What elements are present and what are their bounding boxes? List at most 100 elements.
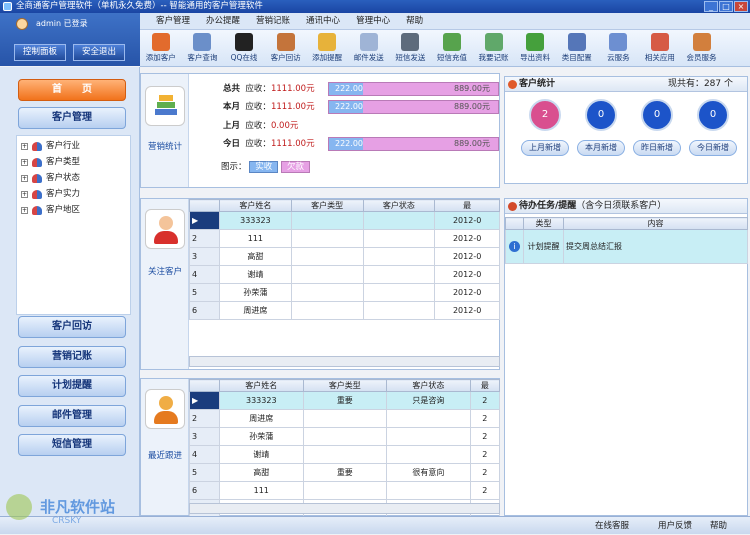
toolbar-btn-9[interactable]: 导出资料 [514,30,556,66]
toolbar-icon [567,33,586,51]
people-icon [32,173,42,183]
menu-marketing[interactable]: 营销记账 [248,13,298,29]
payment-bar: 222.00元889.00元 [328,137,499,160]
recent-label: 最近跟进 [147,451,182,461]
stat-caption-button[interactable]: 昨日新增 [633,140,681,156]
people-icon [32,189,42,199]
stat-row: 本月 应收：1111.00元 [223,102,315,112]
table-row[interactable]: 2 111 2012-0 [189,229,500,248]
nav-marketing[interactable]: 营销记账 [18,346,126,368]
close-button[interactable]: × [734,1,748,12]
recent-scrollbar[interactable] [189,503,500,514]
table-row[interactable]: 2 周进席 2 [189,409,501,428]
logout-button[interactable]: 安全退出 [73,44,125,61]
table-row[interactable]: 3 高甜 2012-0 [189,247,500,266]
toolbar-btn-8[interactable]: 我要记账 [473,30,515,66]
maximize-button[interactable]: □ [719,1,733,12]
marketing-stats-label: 营销统计 [147,142,182,152]
expand-icon[interactable]: + [21,174,28,182]
table-row[interactable]: 6 111 2 [189,481,501,500]
info-icon: i [509,241,520,252]
toolbar-icon [442,33,461,51]
follow-scrollbar[interactable] [189,356,500,367]
control-panel-button[interactable]: 控制面板 [14,44,66,61]
toolbar-icon [650,33,669,51]
toolbar-btn-6[interactable]: 短信发送 [390,30,432,66]
nav-revisit[interactable]: 客户回访 [18,316,126,338]
toolbar-btn-11[interactable]: 云服务 [598,30,640,66]
tree-item[interactable]: + 客户实力 [17,186,130,202]
tasks-table: 类型 内容 i 计划提醒 提交周总结汇报 [505,217,748,264]
legend-due: 欠款 [280,161,310,173]
table-row[interactable]: 4 谢靖 2012-0 [189,265,500,284]
toolbar-btn-2[interactable]: QQ在线 [223,30,265,66]
toolbar-icon [234,33,253,51]
toolbar-icon [276,33,295,51]
toolbar-btn-3[interactable]: 客户回访 [265,30,307,66]
window-title: 全商通客户管理软件（单机永久免费）-- 智能通用的客户管理软件 [16,1,263,11]
toolbar-btn-4[interactable]: 添加提醒 [306,30,348,66]
nav-email[interactable]: 邮件管理 [18,405,126,427]
menu-office[interactable]: 办公提醒 [198,13,248,29]
nav-sms[interactable]: 短信管理 [18,434,126,456]
menu-help[interactable]: 帮助 [398,13,431,29]
table-row[interactable]: ▶ 333323 2012-0 [189,211,500,230]
tasks-subtitle: （含今日须联系客户） [576,201,667,211]
menu-customer[interactable]: 客户管理 [148,13,198,29]
table-row[interactable]: 5 孙荣蒲 2012-0 [189,283,500,302]
legend-paid: 实收 [249,161,279,173]
help-link[interactable]: 帮助 [710,517,727,535]
toolbar-btn-13[interactable]: 会员服务 [681,30,723,66]
expand-icon[interactable]: + [21,142,28,150]
table-row[interactable]: 4 谢靖 2 [189,445,501,464]
tree-item[interactable]: + 客户状态 [17,170,130,186]
toolbar-btn-12[interactable]: 相关应用 [639,30,681,66]
customer-stats-panel: 客户统计 现共有：287 个 2 上月新增 0 本月新增 0 昨日新增 0 今日新增 [504,76,748,184]
stat-caption-button[interactable]: 本月新增 [577,140,625,156]
menu-bar: 客户管理 办公提醒 营销记账 通讯中心 管理中心 帮助 [140,13,750,30]
toolbar-icon [484,33,503,51]
online-service-link[interactable]: 在线客服 [595,517,629,535]
expand-icon[interactable]: + [21,158,28,166]
table-row[interactable]: ▶ 333323 重要 只是咨询 2 [189,391,501,410]
toolbar-icon [526,33,545,51]
toolbar-btn-1[interactable]: 客户查询 [182,30,224,66]
minimize-button[interactable]: _ [704,1,718,12]
stats-icon [508,80,517,89]
stat-caption-button[interactable]: 今日新增 [689,140,737,156]
toolbar-btn-0[interactable]: 添加客户 [140,30,182,66]
tasks-panel: 待办任务/提醒（含今日须联系客户） 类型 内容 i 计划提醒 提交周总结汇报 [504,198,748,516]
follow-label: 关注客户 [147,267,182,277]
nav-plan[interactable]: 计划提醒 [18,375,126,397]
stat-circle: 0 [641,99,673,131]
toolbar-icon [193,33,212,51]
table-row[interactable]: 5 高甜 重要 很有意向 2 [189,463,501,482]
toolbar-icon [401,33,420,51]
tree-item[interactable]: + 客户行业 [17,138,130,154]
nav-home[interactable]: 首 页 [18,79,126,101]
menu-comm[interactable]: 通讯中心 [298,13,348,29]
task-row[interactable]: i 计划提醒 提交周总结汇报 [505,229,748,264]
menu-admin[interactable]: 管理中心 [348,13,398,29]
title-bar: 全商通客户管理软件（单机永久免费）-- 智能通用的客户管理软件 _ □ × [0,0,750,13]
expand-icon[interactable]: + [21,190,28,198]
tasks-title: 待办任务/提醒 [519,201,577,211]
people-icon [32,205,42,215]
toolbar-icon [609,33,628,51]
toolbar-btn-10[interactable]: 类目配置 [556,30,598,66]
tree-item[interactable]: + 客户类型 [17,154,130,170]
toolbar-btn-7[interactable]: 短信充值 [431,30,473,66]
toolbar: 添加客户 客户查询 QQ在线 客户回访 添加提醒 邮件发送 短信发送 短信充值 我要记账 导出资料… [140,30,750,67]
tree-item[interactable]: + 客户地区 [17,202,130,218]
feedback-link[interactable]: 用户反馈 [658,517,692,535]
table-row[interactable]: 6 周进席 2012-0 [189,301,500,320]
stat-caption-button[interactable]: 上月新增 [521,140,569,156]
toolbar-btn-5[interactable]: 邮件发送 [348,30,390,66]
stat-circle: 0 [585,99,617,131]
watermark: 非凡软件站 CRSKY [2,492,142,532]
table-row[interactable]: 3 孙荣蒲 2 [189,427,501,446]
user-header: admin 已登录 控制面板 安全退出 [0,13,140,66]
nav-customer-mgmt[interactable]: 客户管理 [18,107,126,129]
stat-row: 今日 应收：1111.00元 [223,139,315,149]
expand-icon[interactable]: + [21,206,28,214]
